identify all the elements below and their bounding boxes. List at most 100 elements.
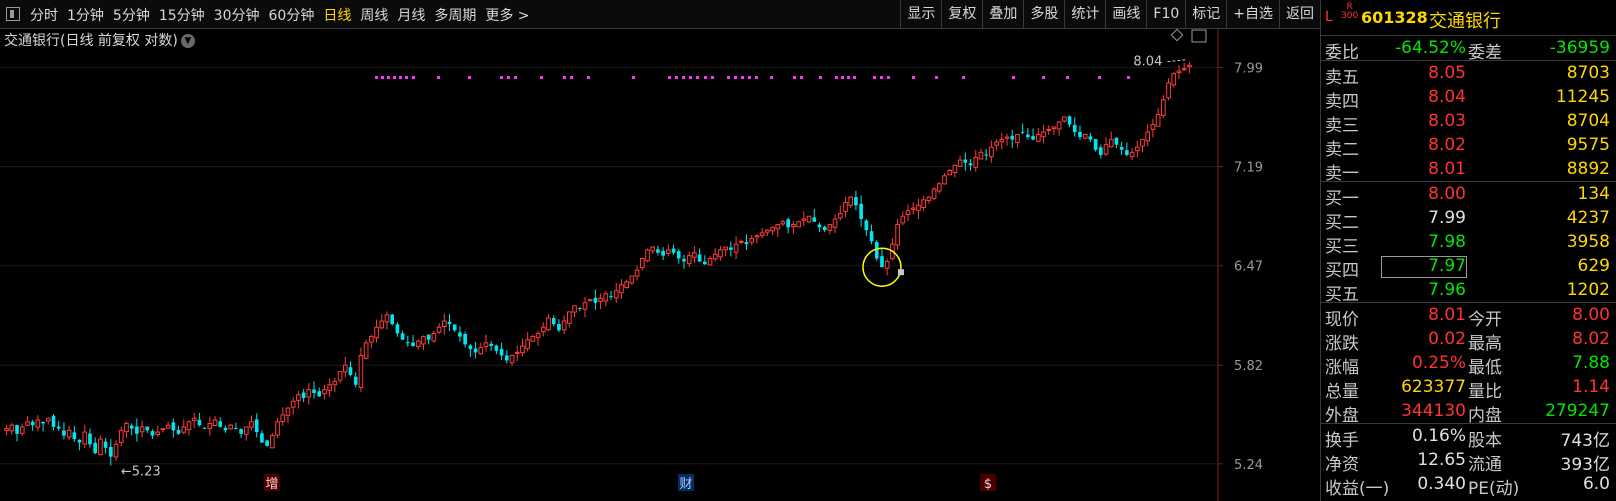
candle-body [384, 314, 390, 323]
candle-body [613, 290, 619, 299]
candle-body [832, 218, 838, 228]
candle-body [921, 199, 926, 208]
add-watchlist-button[interactable]: +自选 [1226, 0, 1279, 29]
signal-dot [412, 76, 415, 79]
tab-period[interactable]: 分时 [30, 5, 58, 25]
tab-period[interactable]: 多周期 [434, 5, 476, 25]
tab-period[interactable]: 1分钟 [67, 5, 104, 25]
candle-body [520, 345, 525, 354]
candle-body [994, 141, 999, 146]
stat-row: 现价 8.01 今开 8.00 [1321, 303, 1616, 330]
tab-period[interactable]: 月线 [397, 5, 425, 25]
tab-period[interactable]: 周线 [360, 5, 388, 25]
tab-period[interactable]: 60分钟 [269, 5, 315, 25]
signal-dot [468, 76, 471, 79]
back-button[interactable]: 返回 [1279, 0, 1320, 29]
fund-row: 净资 12.65 流通 393亿 [1321, 448, 1616, 475]
candle-body [66, 429, 72, 438]
candle-body [624, 281, 629, 289]
candle-body [900, 215, 906, 224]
candle-body [337, 371, 343, 381]
tab-period[interactable]: 30分钟 [214, 5, 260, 25]
tab-period[interactable]: 5分钟 [113, 5, 150, 25]
f10-button[interactable]: F10 [1146, 0, 1185, 29]
candle-body [35, 419, 41, 428]
bid-row[interactable]: 买二 7.99 4237 [1321, 206, 1616, 233]
candle-body [561, 320, 567, 331]
candle-body [895, 224, 900, 246]
signal-dot [675, 76, 678, 79]
kline-svg[interactable]: 8.04 ←5.23 增 财 $ 7.99 7.19 6.47 5.82 5.24 [0, 29, 1320, 501]
draw-line-button[interactable]: 画线 [1105, 0, 1146, 29]
signal-dot [1098, 76, 1101, 79]
candle-body [332, 380, 338, 386]
bid-row-selected[interactable]: 买四 7.97 629 [1321, 254, 1616, 281]
candle-body [186, 421, 192, 431]
bid-row[interactable]: 买一 8.00 134 [1321, 182, 1616, 209]
ask-volume: 8704 [1566, 111, 1610, 131]
candle-body [342, 364, 348, 373]
candle-body [1062, 116, 1067, 122]
candle-body [202, 427, 207, 429]
bid-row[interactable]: 买五 7.96 1202 [1321, 278, 1616, 305]
candle-body [165, 424, 171, 429]
mark-button[interactable]: 标记 [1185, 0, 1226, 29]
chart-title[interactable]: 交通银行(日线 前复权 对数) ▼ [4, 30, 195, 50]
tab-more[interactable]: 更多 > [485, 5, 529, 25]
candle-body [1035, 134, 1041, 142]
statistics-button[interactable]: 统计 [1064, 0, 1105, 29]
candle-body [530, 336, 536, 342]
display-button[interactable]: 显示 [900, 0, 941, 29]
signal-dot [912, 76, 915, 79]
panel-toggle-icon[interactable] [6, 7, 20, 21]
ask-row[interactable]: 卖二 8.02 9575 [1321, 133, 1616, 160]
order-ratio-value: -64.52% [1395, 38, 1466, 58]
candle-body [82, 431, 88, 445]
kline-chart[interactable]: 交通银行(日线 前复权 对数) ▼ 8.04 ←5.23 增 财 $ 7.99 7.19 6.… [0, 29, 1320, 501]
ask-row[interactable]: 卖一 8.01 8892 [1321, 157, 1616, 184]
candle-body [1088, 136, 1093, 140]
adjust-button[interactable]: 复权 [941, 0, 982, 29]
candle-body [744, 242, 749, 245]
ask-row[interactable]: 卖五 8.05 8703 [1321, 61, 1616, 88]
candle-body [322, 389, 327, 395]
fund-row: 收益(一) 0.340 PE(动) 6.0 [1321, 472, 1616, 499]
candle-body [113, 443, 119, 458]
stat-value: 1.14 [1572, 377, 1610, 397]
candle-body [301, 392, 306, 399]
candle-body [514, 351, 520, 354]
candle-body [1129, 151, 1135, 158]
stat-value: 8.01 [1428, 305, 1466, 325]
ask-row[interactable]: 卖三 8.03 8704 [1321, 109, 1616, 136]
bid-row[interactable]: 买三 7.98 3958 [1321, 230, 1616, 257]
signal-dot [375, 76, 378, 79]
signal-dot [1066, 76, 1069, 79]
candle-body [587, 299, 593, 302]
candle-body [1015, 134, 1020, 143]
quote-panel: L R 300 601328 交通银行 委比 -64.52% 委差 -36959 … [1320, 0, 1616, 501]
candle-body [822, 226, 827, 231]
signal-dot [387, 76, 390, 79]
signal-dot [734, 76, 737, 79]
candle-body [478, 347, 484, 355]
candle-body [1056, 121, 1062, 130]
tab-period[interactable]: 15分钟 [159, 5, 205, 25]
signal-dot [847, 76, 850, 79]
ask-volume: 8703 [1566, 63, 1610, 83]
candle-body [1067, 116, 1072, 125]
overlay-button[interactable]: 叠加 [982, 0, 1023, 29]
tab-period[interactable]: 日线 [323, 5, 351, 25]
chevron-down-icon[interactable]: ▼ [180, 34, 195, 48]
ask-price: 8.03 [1428, 111, 1466, 131]
signal-dot [873, 76, 876, 79]
candle-body [265, 440, 269, 447]
candle-body [968, 163, 973, 166]
bid-volume: 629 [1577, 256, 1610, 276]
candle-body [806, 215, 812, 223]
candle-body [639, 258, 645, 269]
candle-body [936, 183, 942, 192]
ask-row[interactable]: 卖四 8.04 11245 [1321, 85, 1616, 112]
signal-dot [704, 76, 707, 79]
multi-stock-button[interactable]: 多股 [1023, 0, 1064, 29]
candle-body [780, 221, 786, 225]
